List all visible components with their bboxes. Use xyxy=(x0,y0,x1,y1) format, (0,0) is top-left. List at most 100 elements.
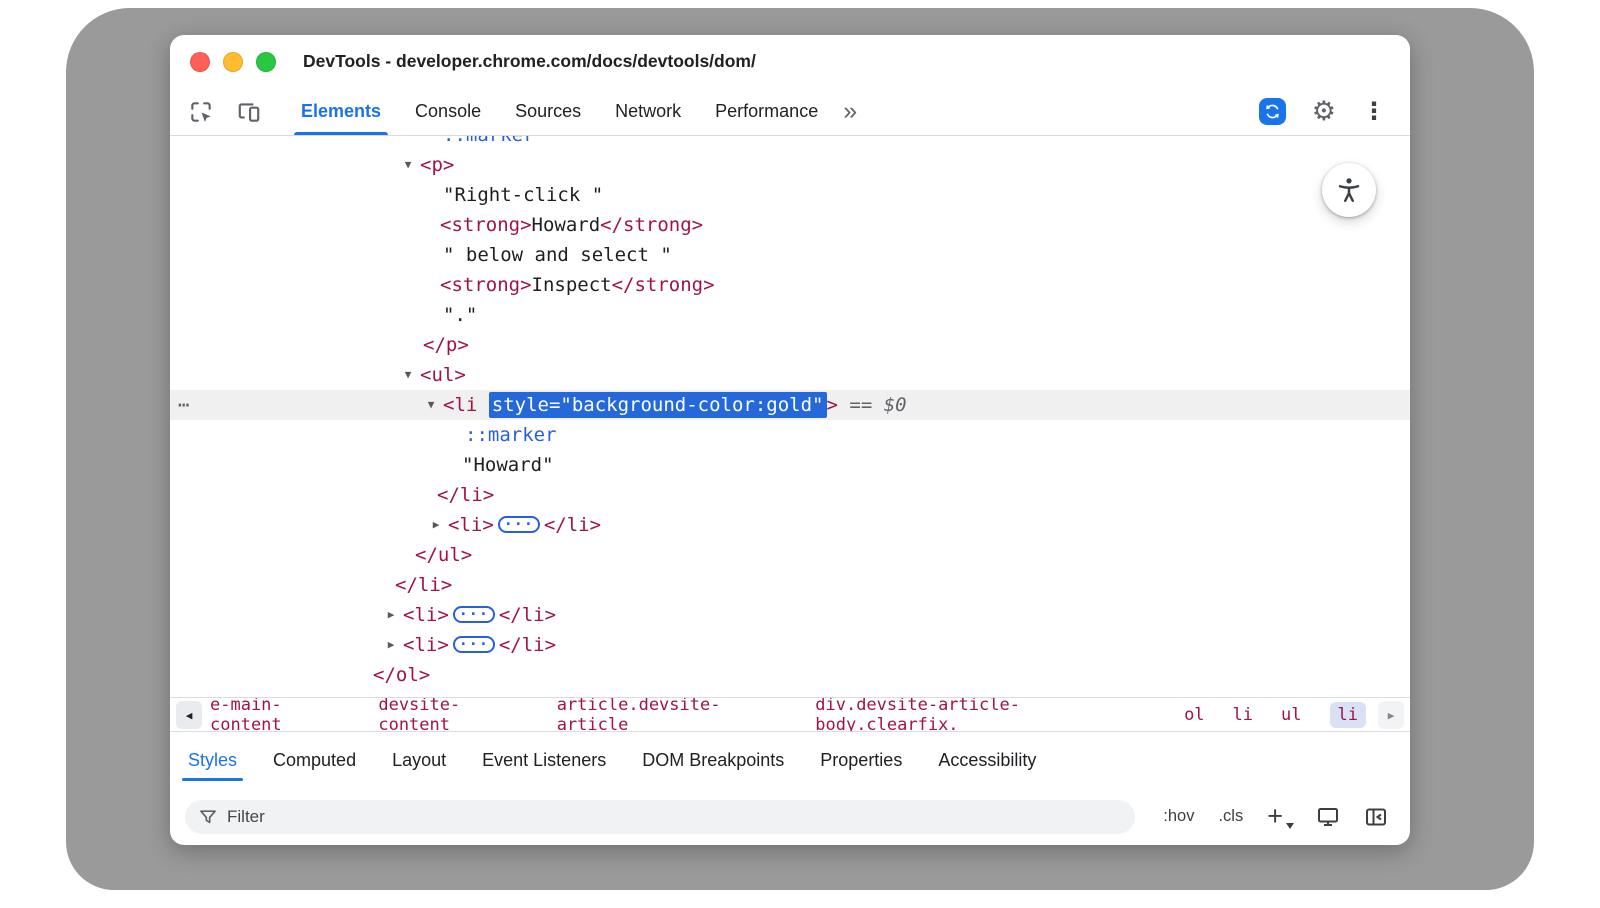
breadcrumb-scroll-right-icon[interactable]: ▶ xyxy=(1378,701,1404,729)
collapse-arrow-icon[interactable]: ▼ xyxy=(400,360,416,390)
device-toolbar-icon[interactable] xyxy=(236,99,262,125)
dom-tree-row[interactable]: ▶<li>···</li> xyxy=(170,510,1410,540)
dom-tree-row[interactable]: ::marker xyxy=(170,136,1410,150)
dom-row-content: "Howard" xyxy=(170,450,554,480)
tab-performance[interactable]: Performance xyxy=(698,88,835,135)
expand-children-ellipsis-button[interactable]: ··· xyxy=(498,516,540,533)
breadcrumb-item[interactable]: e-main-content xyxy=(210,697,350,732)
expand-arrow-icon[interactable]: ▶ xyxy=(383,630,399,660)
dom-tree-row[interactable]: "Right-click " xyxy=(170,180,1410,210)
breadcrumb-item[interactable]: li xyxy=(1233,705,1253,725)
minimize-window-button[interactable] xyxy=(223,52,243,72)
title-bar: DevTools - developer.chrome.com/docs/dev… xyxy=(170,35,1410,88)
element-classes-button[interactable]: .cls xyxy=(1218,807,1243,826)
kebab-menu-icon[interactable]: ⋮ xyxy=(1362,100,1386,124)
selected-style-attribute[interactable]: style="background-color:gold" xyxy=(489,392,827,418)
dom-tree-row[interactable]: ▼<p> xyxy=(170,150,1410,180)
tab-sources[interactable]: Sources xyxy=(498,88,598,135)
dom-token-tag: <li> xyxy=(403,604,449,626)
tab-elements[interactable]: Elements xyxy=(284,88,398,135)
devtools-toolbar: ElementsConsoleSourcesNetworkPerformance… xyxy=(170,88,1410,136)
styles-toolbar-buttons: :hov .cls + xyxy=(1163,803,1388,830)
breadcrumb-item[interactable]: li xyxy=(1330,702,1366,728)
accessibility-person-icon xyxy=(1334,175,1364,205)
dom-tree-row[interactable]: <strong>Howard</strong> xyxy=(170,210,1410,240)
dom-token-tag: <strong> xyxy=(440,214,532,236)
settings-gear-icon[interactable]: ⚙ xyxy=(1312,98,1336,125)
dom-tree-row[interactable]: </p> xyxy=(170,330,1410,360)
filter-input[interactable] xyxy=(227,807,1122,827)
dom-token-text: " below and select " xyxy=(443,244,672,266)
dom-token-tag: </li> xyxy=(544,514,601,536)
collapse-arrow-icon[interactable]: ▼ xyxy=(423,390,439,420)
dom-tree-row[interactable]: <strong>Inspect</strong> xyxy=(170,270,1410,300)
dom-tree-row[interactable]: </li> xyxy=(170,570,1410,600)
expand-arrow-icon[interactable]: ▶ xyxy=(428,510,444,540)
more-tabs-icon[interactable]: » xyxy=(843,99,857,124)
dom-tree: ::marker▼<p>"Right-click "<strong>Howard… xyxy=(170,136,1410,697)
dom-token-tag: </li> xyxy=(499,634,556,656)
dom-row-content: </li> xyxy=(170,480,494,510)
expand-children-ellipsis-button[interactable]: ··· xyxy=(453,636,495,653)
dom-token-text: Howard xyxy=(532,214,601,236)
panel-tab-accessibility[interactable]: Accessibility xyxy=(920,732,1054,788)
panel-tab-properties[interactable]: Properties xyxy=(802,732,920,788)
panel-tab-styles[interactable]: Styles xyxy=(170,732,255,788)
dom-token-tag: > xyxy=(827,394,838,416)
dom-tree-row[interactable]: ⋯▼<li style="background-color:gold"> == … xyxy=(170,390,1410,420)
dom-tree-row[interactable]: ::marker xyxy=(170,420,1410,450)
breadcrumb-item[interactable]: ol xyxy=(1184,705,1204,725)
dom-token-tag: <ul> xyxy=(420,364,466,386)
accessibility-button[interactable] xyxy=(1322,163,1376,217)
dom-tree-row[interactable]: "." xyxy=(170,300,1410,330)
dom-token-tag: </strong> xyxy=(612,274,715,296)
toolbar-right-group: ⚙ ⋮ xyxy=(1259,98,1392,125)
dom-tree-row[interactable]: " below and select " xyxy=(170,240,1410,270)
breadcrumb-item[interactable]: article.devsite-article xyxy=(557,697,788,732)
breadcrumb: ◀ ▶ e-main-content devsite-content article… xyxy=(170,697,1410,732)
breadcrumb-item[interactable]: div.devsite-article-body.clearfix. xyxy=(815,697,1156,732)
panel-tabs: StylesComputedLayoutEvent ListenersDOM B… xyxy=(170,732,1410,788)
panel-tab-dom-breakpoints[interactable]: DOM Breakpoints xyxy=(624,732,802,788)
styles-toolbar: :hov .cls + xyxy=(170,788,1410,845)
dom-row-content: <li>···</li> xyxy=(170,600,556,630)
panel-tab-layout[interactable]: Layout xyxy=(374,732,464,788)
dom-token-tag: <strong> xyxy=(440,274,532,296)
dom-tree-row[interactable]: </ul> xyxy=(170,540,1410,570)
rendering-emulation-icon[interactable] xyxy=(1316,805,1340,829)
dom-row-content: <li>···</li> xyxy=(170,510,601,540)
inspect-element-icon[interactable] xyxy=(188,99,214,125)
new-style-rule-button[interactable]: + xyxy=(1267,803,1292,830)
panel-tab-computed[interactable]: Computed xyxy=(255,732,374,788)
expand-arrow-icon[interactable]: ▶ xyxy=(383,600,399,630)
zoom-window-button[interactable] xyxy=(256,52,276,72)
dom-tree-row[interactable]: ▶<li>···</li> xyxy=(170,600,1410,630)
dom-token-text: Inspect xyxy=(532,274,612,296)
dom-tree-row[interactable]: ▼<ul> xyxy=(170,360,1410,390)
expand-children-ellipsis-button[interactable]: ··· xyxy=(453,606,495,623)
dom-token-tag: </li> xyxy=(437,484,494,506)
close-window-button[interactable] xyxy=(190,52,210,72)
dom-row-content: "Right-click " xyxy=(170,180,603,210)
toggle-sidebar-icon[interactable] xyxy=(1364,805,1388,829)
dom-tree-row[interactable]: ▶<li>···</li> xyxy=(170,630,1410,660)
dom-token-tag: </li> xyxy=(395,574,452,596)
breadcrumb-item[interactable]: ul xyxy=(1281,705,1301,725)
breadcrumb-item[interactable]: devsite-content xyxy=(378,697,528,732)
collapse-arrow-icon[interactable]: ▼ xyxy=(400,150,416,180)
tab-console[interactable]: Console xyxy=(398,88,498,135)
dom-token-text: "." xyxy=(443,304,477,326)
breadcrumb-scroll-left-icon[interactable]: ◀ xyxy=(176,701,202,729)
style-filter-field[interactable] xyxy=(185,800,1135,834)
tab-network[interactable]: Network xyxy=(598,88,698,135)
dom-tree-row[interactable]: </li> xyxy=(170,480,1410,510)
dom-tree-row[interactable]: </ol> xyxy=(170,660,1410,690)
dom-row-content: <li>···</li> xyxy=(170,630,556,660)
sync-icon[interactable] xyxy=(1259,98,1286,125)
panel-tab-event-listeners[interactable]: Event Listeners xyxy=(464,732,624,788)
dom-token-tag: <p> xyxy=(420,154,454,176)
dom-token-text: "Right-click " xyxy=(443,184,603,206)
row-more-actions-icon[interactable]: ⋯ xyxy=(178,390,189,420)
dom-tree-row[interactable]: "Howard" xyxy=(170,450,1410,480)
toggle-element-state-button[interactable]: :hov xyxy=(1163,807,1194,826)
